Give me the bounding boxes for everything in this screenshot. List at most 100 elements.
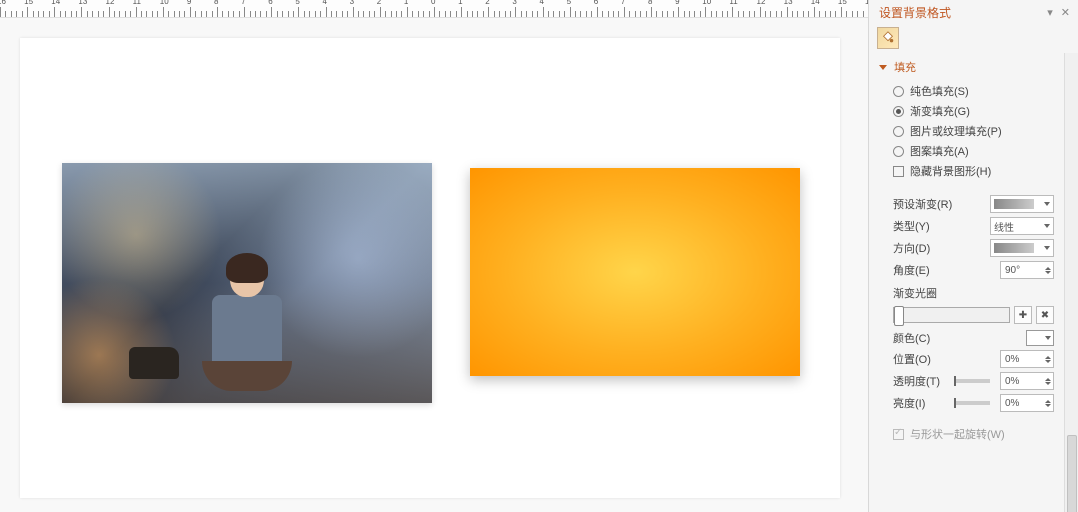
option-label: 图案填充(A) xyxy=(910,143,969,159)
photo-image[interactable] xyxy=(62,163,432,403)
chevron-down-icon xyxy=(1045,336,1051,340)
rotate-label: 与形状一起旋转(W) xyxy=(910,426,1005,442)
transparency-row: 透明度(T) 0% xyxy=(893,372,1054,390)
chevron-down-icon xyxy=(1044,202,1050,206)
angle-row: 角度(E) 90° xyxy=(893,261,1054,279)
checkbox-icon xyxy=(893,166,904,177)
down-icon xyxy=(1045,404,1051,407)
option-pattern-fill[interactable]: 图案填充(A) xyxy=(893,141,1052,161)
remove-stop-button[interactable]: ✖ xyxy=(1036,306,1054,324)
fill-tab-icon[interactable] xyxy=(877,27,899,49)
panel-inner: 填充 纯色填充(S) 渐变填充(G) 图片或纹理填充(P) 图案填充(A) 隐藏… xyxy=(869,53,1064,512)
option-solid-fill[interactable]: 纯色填充(S) xyxy=(893,81,1052,101)
gradient-controls: 预设渐变(R) 类型(Y) 线性 方向(D) 角度(E) 90° xyxy=(869,187,1064,420)
spinner-buttons[interactable] xyxy=(1045,378,1051,385)
up-icon xyxy=(1045,400,1051,403)
up-icon xyxy=(1045,267,1051,270)
spinner-buttons[interactable] xyxy=(1045,356,1051,363)
bag-shape xyxy=(129,347,179,379)
angle-spinner[interactable]: 90° xyxy=(1000,261,1054,279)
transparency-label: 透明度(T) xyxy=(893,373,944,389)
transparency-slider[interactable] xyxy=(954,379,990,383)
legs xyxy=(202,361,292,391)
hair xyxy=(226,253,268,283)
direction-swatch xyxy=(994,243,1034,253)
type-dropdown[interactable]: 线性 xyxy=(990,217,1054,235)
fill-section-header[interactable]: 填充 xyxy=(869,53,1064,79)
transparency-spinner[interactable]: 0% xyxy=(1000,372,1054,390)
spinner-buttons[interactable] xyxy=(1045,400,1051,407)
horizontal-ruler: 1615141312111098765432101234567891011121… xyxy=(0,0,868,18)
direction-label: 方向(D) xyxy=(893,240,984,256)
radio-icon xyxy=(893,106,904,117)
brightness-slider[interactable] xyxy=(954,401,990,405)
color-picker[interactable] xyxy=(1026,330,1054,346)
panel-header-buttons: ▾ ✕ xyxy=(1047,6,1070,19)
checkbox-icon xyxy=(893,429,904,440)
color-row: 颜色(C) xyxy=(893,330,1054,346)
brightness-label: 亮度(I) xyxy=(893,395,944,411)
option-label: 隐藏背景图形(H) xyxy=(910,163,991,179)
type-value: 线性 xyxy=(994,219,1014,234)
torso xyxy=(212,295,282,365)
panel-menu-icon[interactable]: ▾ xyxy=(1047,6,1053,19)
brightness-spinner[interactable]: 0% xyxy=(1000,394,1054,412)
stop-handle[interactable] xyxy=(894,306,904,326)
fill-tab-row xyxy=(869,23,1078,53)
down-icon xyxy=(1045,360,1051,363)
chevron-down-icon xyxy=(1044,246,1050,250)
fill-options: 纯色填充(S) 渐变填充(G) 图片或纹理填充(P) 图案填充(A) 隐藏背景图… xyxy=(869,79,1064,187)
preset-dropdown[interactable] xyxy=(990,195,1054,213)
radio-icon xyxy=(893,146,904,157)
option-label: 渐变填充(G) xyxy=(910,103,970,119)
transparency-value: 0% xyxy=(1005,376,1019,387)
up-icon xyxy=(1045,356,1051,359)
up-icon xyxy=(1045,378,1051,381)
angle-value: 90° xyxy=(1005,265,1020,276)
brightness-value: 0% xyxy=(1005,398,1019,409)
radio-icon xyxy=(893,86,904,97)
collapse-icon xyxy=(879,65,887,70)
direction-row: 方向(D) xyxy=(893,239,1054,257)
spinner-buttons[interactable] xyxy=(1045,267,1051,274)
format-background-panel: 设置背景格式 ▾ ✕ 填充 纯色填充(S) 渐变填充(G) 图片或纹理填充(P xyxy=(868,0,1078,512)
preset-swatch xyxy=(994,199,1034,209)
stops-label: 渐变光圈 xyxy=(893,283,1054,303)
position-spinner[interactable]: 0% xyxy=(1000,350,1054,368)
angle-label: 角度(E) xyxy=(893,262,994,278)
gradient-rectangle[interactable] xyxy=(470,168,800,376)
down-icon xyxy=(1045,382,1051,385)
panel-body: 填充 纯色填充(S) 渐变填充(G) 图片或纹理填充(P) 图案填充(A) 隐藏… xyxy=(869,53,1078,512)
color-label: 颜色(C) xyxy=(893,330,1020,346)
preset-label: 预设渐变(R) xyxy=(893,196,984,212)
panel-scrollbar[interactable] xyxy=(1064,53,1078,512)
brightness-row: 亮度(I) 0% xyxy=(893,394,1054,412)
slide[interactable] xyxy=(20,38,840,498)
add-stop-button[interactable]: ✚ xyxy=(1014,306,1032,324)
slide-viewport[interactable] xyxy=(0,18,868,512)
panel-title: 设置背景格式 xyxy=(879,4,951,21)
option-label: 图片或纹理填充(P) xyxy=(910,123,1002,139)
head xyxy=(230,259,264,297)
type-row: 类型(Y) 线性 xyxy=(893,217,1054,235)
preset-row: 预设渐变(R) xyxy=(893,195,1054,213)
option-label: 纯色填充(S) xyxy=(910,83,969,99)
position-value: 0% xyxy=(1005,354,1019,365)
canvas-area: 1615141312111098765432101234567891011121… xyxy=(0,0,868,512)
app-root: 1615141312111098765432101234567891011121… xyxy=(0,0,1078,512)
chevron-down-icon xyxy=(1044,224,1050,228)
option-picture-fill[interactable]: 图片或纹理填充(P) xyxy=(893,121,1052,141)
panel-header: 设置背景格式 ▾ ✕ xyxy=(869,0,1078,23)
panel-close-icon[interactable]: ✕ xyxy=(1061,6,1070,19)
direction-dropdown[interactable] xyxy=(990,239,1054,257)
radio-icon xyxy=(893,126,904,137)
gradient-stops-row: ✚ ✖ xyxy=(893,306,1054,324)
gradient-stops-bar[interactable] xyxy=(893,307,1010,323)
option-gradient-fill[interactable]: 渐变填充(G) xyxy=(893,101,1052,121)
option-hide-bg[interactable]: 隐藏背景图形(H) xyxy=(893,161,1052,181)
position-label: 位置(O) xyxy=(893,351,994,367)
person-shape xyxy=(202,259,292,399)
scrollbar-thumb[interactable] xyxy=(1067,435,1077,512)
type-label: 类型(Y) xyxy=(893,218,984,234)
rotate-with-shape-row[interactable]: 与形状一起旋转(W) xyxy=(869,420,1064,446)
